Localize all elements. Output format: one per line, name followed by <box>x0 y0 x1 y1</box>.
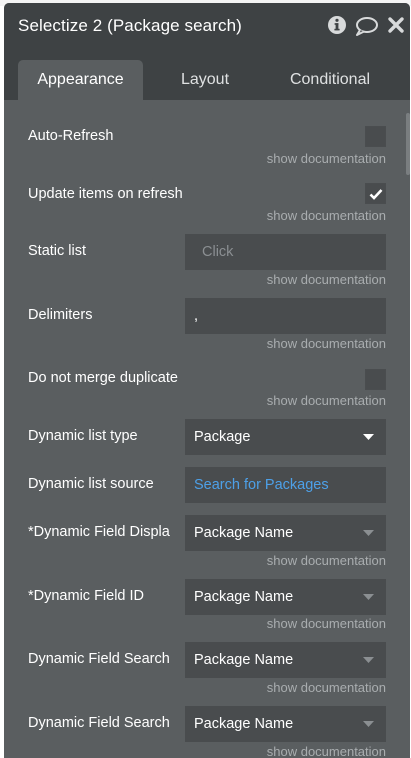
field-id-value: Package Name <box>194 589 294 605</box>
dynamic-list-type-label: Dynamic list type <box>28 428 138 444</box>
chevron-down-icon <box>363 657 374 663</box>
field-search-2-doc-link[interactable]: show documentation <box>267 744 386 758</box>
auto-refresh-label: Auto-Refresh <box>28 128 114 144</box>
field-display-doc-link[interactable]: show documentation <box>267 553 386 568</box>
close-icon[interactable] <box>387 16 405 39</box>
field-search-1-doc-link[interactable]: show documentation <box>267 680 386 695</box>
no-merge-doc-link[interactable]: show documentation <box>267 393 386 408</box>
field-search-1-dropdown[interactable]: Package Name <box>185 642 386 678</box>
chevron-down-icon <box>363 594 374 600</box>
chevron-down-icon <box>363 434 374 440</box>
tab-conditional[interactable]: Conditional <box>264 60 396 100</box>
panel-titlebar[interactable]: Selectize 2 (Package search) <box>4 3 410 48</box>
auto-refresh-checkbox[interactable] <box>365 126 386 147</box>
chevron-down-icon <box>363 721 374 727</box>
info-icon[interactable] <box>327 15 347 40</box>
static-list-doc-link[interactable]: show documentation <box>267 272 386 287</box>
no-merge-label: Do not merge duplicate <box>28 370 178 386</box>
field-id-label: *Dynamic Field ID <box>28 588 145 604</box>
chat-icon[interactable] <box>355 16 379 41</box>
property-editor-panel: Selectize 2 (Package search) Appearance <box>4 3 410 758</box>
delimiters-input[interactable]: , <box>185 298 386 334</box>
update-items-doc-link[interactable]: show documentation <box>267 208 386 223</box>
checkmark-icon <box>369 189 383 200</box>
update-items-label: Update items on refresh <box>28 186 183 202</box>
field-id-doc-link[interactable]: show documentation <box>267 616 386 631</box>
field-search-2-label: Dynamic Field Search <box>28 715 170 731</box>
tab-layout[interactable]: Layout <box>146 60 264 100</box>
properties-list: Auto-Refresh show documentation Update i… <box>4 100 410 758</box>
static-list-label: Static list <box>28 243 87 259</box>
dynamic-list-type-dropdown[interactable]: Package <box>185 419 386 455</box>
field-display-dropdown[interactable]: Package Name <box>185 515 386 551</box>
field-id-dropdown[interactable]: Package Name <box>185 579 386 615</box>
dynamic-list-source-label: Dynamic list source <box>28 476 154 492</box>
tab-bar: Appearance Layout Conditional <box>4 48 410 100</box>
field-search-1-value: Package Name <box>194 652 294 668</box>
field-search-2-dropdown[interactable]: Package Name <box>185 706 386 742</box>
static-list-input[interactable]: Click <box>185 234 386 270</box>
dynamic-list-source-input[interactable]: Search for Packages <box>185 467 386 503</box>
field-search-1-label: Dynamic Field Search <box>28 651 170 667</box>
scrollbar-thumb[interactable] <box>406 113 410 175</box>
tab-appearance[interactable]: Appearance <box>18 60 143 100</box>
no-merge-checkbox[interactable] <box>365 369 386 390</box>
auto-refresh-doc-link[interactable]: show documentation <box>267 151 386 166</box>
field-search-2-value: Package Name <box>194 716 294 732</box>
field-display-value: Package Name <box>194 525 294 541</box>
delimiters-doc-link[interactable]: show documentation <box>267 336 386 351</box>
chevron-down-icon <box>363 530 374 536</box>
delimiters-label: Delimiters <box>28 307 93 323</box>
field-display-label: *Dynamic Field Displa <box>28 524 170 540</box>
dynamic-list-type-value: Package <box>194 429 251 445</box>
panel-title: Selectize 2 (Package search) <box>18 16 242 35</box>
update-items-checkbox[interactable] <box>365 183 386 204</box>
